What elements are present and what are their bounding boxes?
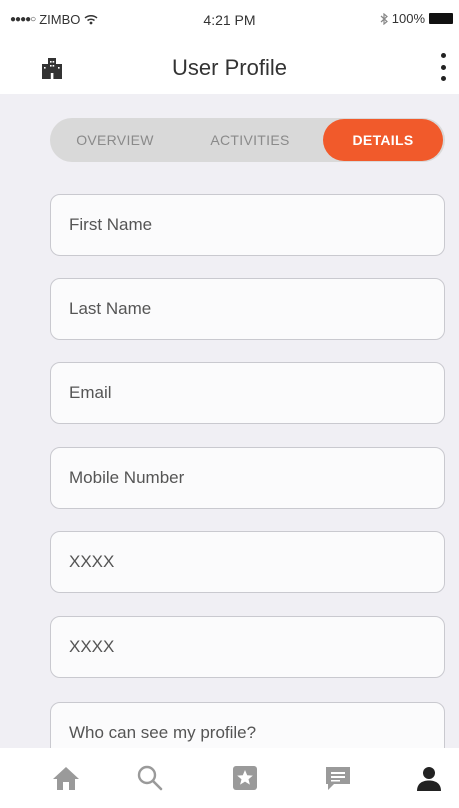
profile-icon[interactable]	[413, 762, 445, 794]
first-name-placeholder: First Name	[69, 215, 153, 234]
profile-visibility-field[interactable]: Who can see my profile?	[50, 702, 445, 748]
email-field[interactable]: Email	[50, 362, 445, 424]
search-icon[interactable]	[134, 762, 166, 794]
badge-icon[interactable]	[229, 762, 261, 794]
custom-field-1[interactable]: XXXX	[50, 531, 445, 593]
page-title: User Profile	[172, 55, 287, 80]
custom-field-1-placeholder: XXXX	[69, 552, 115, 571]
bluetooth-icon	[380, 12, 388, 25]
email-placeholder: Email	[69, 383, 112, 402]
status-bar: ●●●●○ ZIMBO 4:21 PM 100%	[0, 0, 459, 38]
status-right: 100%	[380, 11, 453, 26]
segmented-control: OVERVIEW ACTIVITIES DETAILS	[50, 118, 445, 162]
last-name-placeholder: Last Name	[69, 299, 152, 318]
home-icon[interactable]	[50, 762, 82, 794]
tab-activities[interactable]: ACTIVITIES	[190, 118, 310, 162]
last-name-field[interactable]: Last Name	[50, 278, 445, 340]
battery-percent: 100%	[391, 11, 425, 26]
mobile-number-field[interactable]: Mobile Number	[50, 447, 445, 509]
content-area: OVERVIEW ACTIVITIES DETAILS First Name L…	[0, 94, 459, 748]
more-vertical-icon[interactable]	[437, 53, 449, 81]
tab-details[interactable]: DETAILS	[323, 119, 443, 161]
custom-field-2[interactable]: XXXX	[50, 616, 445, 678]
nav-bar: User Profile	[0, 38, 459, 94]
tab-overview[interactable]: OVERVIEW	[50, 118, 180, 162]
bottom-tab-bar	[0, 748, 459, 808]
battery-icon	[429, 13, 453, 24]
custom-field-2-placeholder: XXXX	[69, 637, 115, 656]
chat-icon[interactable]	[322, 762, 354, 794]
first-name-field[interactable]: First Name	[50, 194, 445, 256]
mobile-number-placeholder: Mobile Number	[69, 468, 185, 487]
profile-visibility-placeholder: Who can see my profile?	[69, 723, 257, 742]
